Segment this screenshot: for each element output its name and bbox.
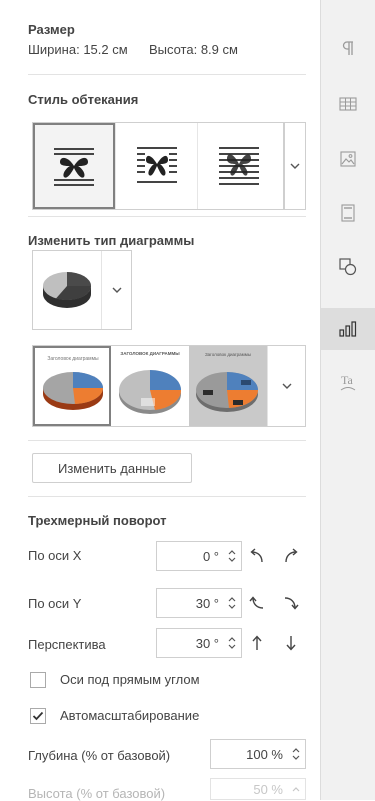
- depth-value: 100 %: [246, 746, 283, 762]
- wrapping-style-gallery: [32, 122, 284, 210]
- chart-style-1[interactable]: Заголовок диаграммы: [33, 346, 111, 426]
- header-footer-icon: [341, 204, 355, 222]
- x-rotation-value: 0 °: [202, 548, 219, 564]
- perspective-decrease-icon[interactable]: [280, 632, 302, 654]
- y-rotation-label: По оси Y: [28, 596, 82, 611]
- autoscale-label: Автомасштабирование: [60, 708, 200, 723]
- image-settings-tab[interactable]: [321, 138, 375, 180]
- chart-style-3-preview: Заголовок диаграммы: [189, 346, 267, 426]
- separator: [28, 216, 306, 217]
- chevron-up-icon[interactable]: [228, 550, 236, 555]
- perspective-stepper[interactable]: [223, 637, 241, 649]
- width-label: Ширина:: [28, 42, 80, 57]
- wrap-inline-button[interactable]: [197, 123, 279, 209]
- wrapping-more-button[interactable]: [284, 122, 306, 210]
- chevron-down-icon[interactable]: [292, 755, 300, 760]
- height-percent-input: 50 %: [210, 778, 306, 800]
- size-title: Размер: [28, 22, 75, 37]
- x-rotation-stepper[interactable]: [223, 550, 241, 562]
- wrap-inline-icon: [218, 147, 259, 185]
- wrapping-title: Стиль обтекания: [28, 92, 139, 107]
- chart-style-caption: ЗАГОЛОВОК ДИАГРАММЫ: [120, 351, 180, 356]
- chart-style-2[interactable]: ЗАГОЛОВОК ДИАГРАММЫ: [111, 346, 189, 426]
- y-rotation-stepper[interactable]: [223, 597, 241, 609]
- height-value: 8.9 см: [200, 42, 238, 57]
- chart-type-dropdown[interactable]: [102, 251, 131, 329]
- x-rotation-label: По оси X: [28, 548, 82, 563]
- height-percent-stepper: [287, 786, 305, 792]
- chart-style-caption: Заголовок диаграммы: [205, 352, 251, 357]
- shape-icon: [339, 258, 357, 276]
- chevron-up-icon[interactable]: [292, 748, 300, 753]
- image-icon: [340, 151, 356, 167]
- chart-style-gallery: Заголовок диаграммы ЗАГОЛОВОК ДИАГРАММЫ: [32, 345, 306, 427]
- rotate-up-icon[interactable]: [246, 592, 268, 614]
- chart-type-select[interactable]: [32, 250, 132, 330]
- chevron-down-icon[interactable]: [228, 604, 236, 609]
- chart-style-1-preview: Заголовок диаграммы: [35, 348, 109, 424]
- edit-data-button[interactable]: Изменить данные: [32, 453, 192, 483]
- chevron-down-icon: [112, 287, 121, 293]
- wrap-square-button[interactable]: [115, 123, 197, 209]
- y-rotation-input[interactable]: 30 °: [156, 588, 242, 618]
- chart-settings-tab[interactable]: [321, 308, 375, 350]
- pie-3d-icon: [43, 272, 92, 308]
- x-rotation-input[interactable]: 0 °: [156, 541, 242, 571]
- y-rotation-value: 30 °: [195, 595, 219, 611]
- chart-style-2-preview: ЗАГОЛОВОК ДИАГРАММЫ: [111, 346, 189, 426]
- chevron-down-icon: [282, 383, 291, 389]
- perspective-label: Перспектива: [28, 637, 106, 652]
- svg-text:Ta: Ta: [341, 373, 353, 387]
- table-icon: [339, 97, 357, 111]
- paragraph-settings-tab[interactable]: [321, 27, 375, 69]
- separator: [28, 74, 306, 75]
- chart-style-3[interactable]: Заголовок диаграммы: [189, 346, 267, 426]
- chevron-down-icon: [290, 163, 300, 169]
- chart-type-thumbnail: [33, 251, 102, 329]
- rotation-title: Трехмерный поворот: [28, 513, 167, 528]
- settings-panel: Размер Ширина: 15.2 см Высота: 8.9 см Ст…: [0, 0, 320, 801]
- depth-stepper[interactable]: [287, 748, 305, 760]
- right-angle-axes-label: Оси под прямым углом: [60, 672, 200, 687]
- header-footer-settings-tab[interactable]: [321, 192, 375, 234]
- width-value: 15.2 см: [83, 42, 128, 57]
- chevron-down-icon[interactable]: [228, 557, 236, 562]
- perspective-value: 30 °: [195, 635, 219, 651]
- chart-icon: [339, 321, 357, 337]
- wrap-top-bottom-button[interactable]: [33, 123, 115, 209]
- wrap-square-icon: [136, 147, 177, 183]
- size-values: Ширина: 15.2 см Высота: 8.9 см: [28, 42, 238, 57]
- separator: [28, 440, 306, 441]
- text-art-icon: Ta: [340, 373, 356, 391]
- right-angle-axes-checkbox[interactable]: [30, 672, 46, 688]
- perspective-input[interactable]: 30 °: [156, 628, 242, 658]
- rotate-right-icon[interactable]: [280, 545, 302, 567]
- separator: [28, 496, 306, 497]
- chart-type-title: Изменить тип диаграммы: [28, 233, 195, 248]
- chevron-down-icon[interactable]: [228, 644, 236, 649]
- wrap-top-bottom-icon: [54, 148, 94, 186]
- rotate-left-icon[interactable]: [246, 545, 268, 567]
- paragraph-icon: [342, 41, 353, 55]
- chart-style-more-button[interactable]: [267, 346, 305, 426]
- height-label: Высота:: [148, 42, 198, 57]
- rotate-down-icon[interactable]: [280, 592, 302, 614]
- text-art-settings-tab[interactable]: Ta: [321, 362, 375, 404]
- right-settings-rail: Ta: [320, 0, 375, 800]
- height-percent-label: Высота (% от базовой): [28, 786, 166, 801]
- chart-style-caption: Заголовок диаграммы: [47, 356, 99, 362]
- table-settings-tab[interactable]: [321, 83, 375, 125]
- height-percent-value: 50 %: [253, 781, 283, 797]
- chevron-up-icon[interactable]: [228, 637, 236, 642]
- depth-label: Глубина (% от базовой): [28, 748, 171, 763]
- chevron-up-icon: [292, 786, 300, 791]
- autoscale-checkbox[interactable]: [30, 708, 46, 724]
- depth-input[interactable]: 100 %: [210, 739, 306, 769]
- checkmark-icon: [32, 711, 44, 721]
- shape-settings-tab[interactable]: [321, 246, 375, 288]
- perspective-increase-icon[interactable]: [246, 632, 268, 654]
- chevron-up-icon[interactable]: [228, 597, 236, 602]
